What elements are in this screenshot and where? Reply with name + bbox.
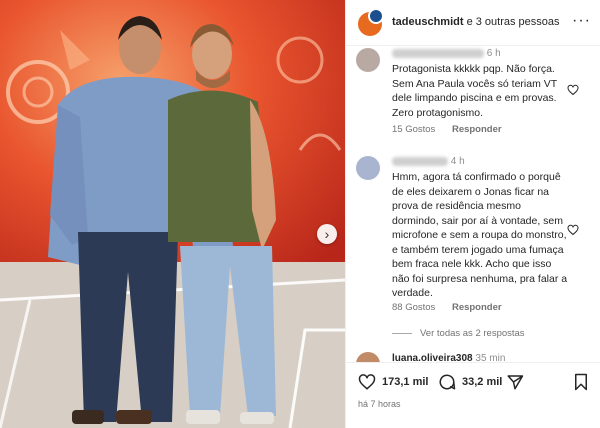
like-comment-heart-icon[interactable] [567, 84, 579, 96]
comment-header: 4 h [392, 156, 465, 167]
post-timestamp: há 7 horas [358, 399, 401, 409]
like-comment-heart-icon[interactable] [567, 224, 579, 236]
comment-time: 6 h [486, 48, 501, 59]
like-button[interactable]: 173,1 mil [358, 373, 428, 391]
collaborators-text[interactable]: e 3 outras pessoas [464, 16, 560, 28]
author-username[interactable]: tadeuschmidt [392, 16, 464, 28]
comments-count: 33,2 mil [462, 376, 503, 388]
more-horizontal-icon[interactable]: ··· [572, 12, 591, 30]
commenter-username-blurred[interactable] [392, 156, 448, 166]
comment-header: 6 h [392, 48, 501, 59]
comment-text: Hmm, agora tá confirmado o porquê de ele… [392, 171, 568, 299]
comments-list[interactable]: 6 h Protagonista kkkkk pqp. Não força. S… [346, 46, 600, 362]
next-photo-button[interactable]: › [317, 224, 337, 244]
commenter-username[interactable]: luana.oliveira308 [392, 353, 473, 362]
post-side-panel: tadeuschmidt e 3 outras pessoas ··· 6 h … [345, 0, 600, 428]
comment-header: luana.oliveira308 35 min [392, 353, 505, 362]
comment-likes[interactable]: 88 Gostos [392, 302, 435, 313]
commenter-avatar[interactable] [356, 48, 380, 72]
comment-time: 35 min [475, 353, 506, 362]
comment-meta: 88 Gostos Responder [392, 302, 516, 313]
view-replies-label[interactable]: Ver todas as 2 respostas [420, 328, 525, 339]
replies-divider-line [392, 332, 412, 334]
collaborator-avatar[interactable] [368, 8, 384, 24]
comment-bubble-icon [439, 374, 456, 390]
commenter-username-blurred[interactable] [392, 48, 484, 58]
post-header: tadeuschmidt e 3 outras pessoas ··· [346, 0, 600, 46]
comment-likes[interactable]: 15 Gostos [392, 124, 435, 135]
post-actions-bar: 173,1 mil 33,2 mil há 7 horas [346, 362, 600, 428]
comment-time: 4 h [450, 156, 465, 167]
comment-meta: 15 Gostos Responder [392, 124, 516, 135]
share-send-icon[interactable] [506, 373, 524, 391]
commenter-avatar[interactable] [356, 352, 380, 362]
view-replies-button[interactable]: Ver todas as 2 respostas [392, 328, 525, 339]
heart-icon [358, 374, 376, 390]
post-photo: › [0, 0, 345, 428]
studio-photo-illustration [0, 0, 345, 428]
comment-text: Protagonista kkkkk pqp. Não força. Sem A… [392, 63, 557, 119]
likes-count: 173,1 mil [382, 376, 429, 388]
commenter-avatar[interactable] [356, 156, 380, 180]
reply-button[interactable]: Responder [452, 124, 502, 135]
reply-button[interactable]: Responder [452, 302, 502, 313]
post-authors[interactable]: tadeuschmidt e 3 outras pessoas [392, 16, 560, 28]
bookmark-save-icon[interactable] [573, 373, 589, 391]
comment-button[interactable]: 33,2 mil [438, 373, 502, 391]
